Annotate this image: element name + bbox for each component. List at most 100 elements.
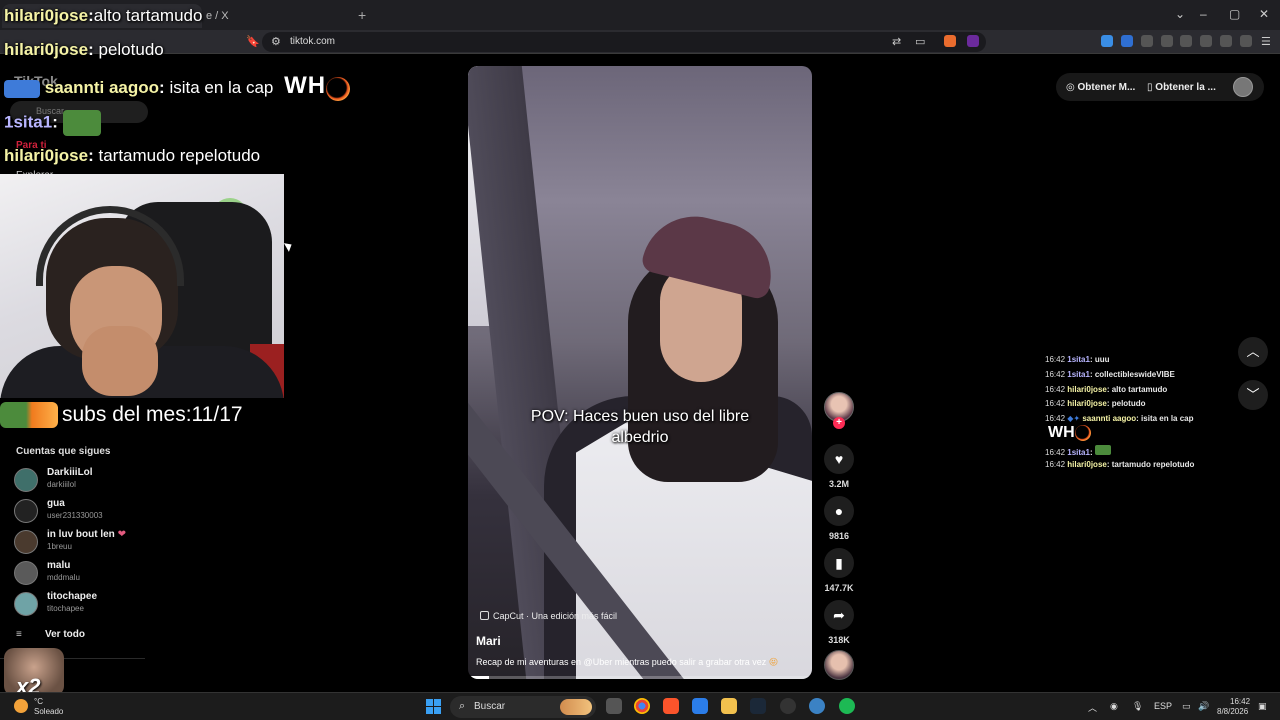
clock-date[interactable]: 8/8/2026 (1217, 707, 1248, 716)
media-icon[interactable] (1161, 35, 1173, 47)
save-button[interactable]: ▮ (824, 548, 854, 578)
overlay-chat-line: 1sita1: (4, 110, 101, 136)
emoji-icon: 😝 (768, 657, 779, 667)
network-icon[interactable]: ▭ (1182, 701, 1191, 712)
mouse-cursor-icon (283, 240, 295, 252)
clock-time[interactable]: 16:42 (1230, 697, 1250, 706)
following-item[interactable]: titochapee titochapee (14, 590, 214, 618)
browser-tab[interactable]: e / X (196, 4, 356, 28)
new-tab-icon[interactable]: + (358, 7, 366, 23)
url-field[interactable] (262, 32, 986, 52)
video-progress[interactable] (468, 676, 812, 679)
steam-icon[interactable] (750, 698, 766, 714)
subs-emote-icon (0, 402, 58, 428)
overlay-chat-line: hilari0jose: pelotudo (4, 40, 164, 59)
like-button[interactable]: ♥ (824, 444, 854, 474)
video-progress-fill (468, 676, 489, 679)
side-chat-line: 16:42 hilari0jose: pelotudo (1045, 399, 1146, 408)
discord-icon[interactable]: ◉ (1110, 701, 1118, 712)
side-chat-line: 16:42 1sita1: uuu (1045, 355, 1110, 364)
following-username: darkiiilol (47, 480, 76, 489)
side-chat-line: 16:42 1sita1: collectibleswideVIBE (1045, 370, 1175, 379)
following-item[interactable]: in luv bout len ❤ 1breuu (14, 528, 214, 556)
video-player[interactable]: POV: Haces buen uso del libre albedrio C… (468, 66, 812, 679)
comment-button[interactable]: ● (824, 496, 854, 526)
list-icon: ≡ (16, 629, 22, 640)
chevron-up-icon: ︿ (1246, 344, 1260, 359)
sidebar-icon[interactable] (1180, 35, 1192, 47)
maximize-icon[interactable]: ▢ (1229, 7, 1240, 21)
start-button[interactable] (426, 699, 441, 714)
task-view-icon[interactable] (606, 698, 622, 714)
side-chat-emote-line: WH (1048, 424, 1091, 442)
taskbar-search-label: Buscar (474, 701, 506, 712)
following-item[interactable]: malu mddmalu (14, 559, 214, 587)
cast-icon[interactable]: ▭ (915, 35, 925, 48)
extension-icon[interactable] (1101, 35, 1113, 47)
pepe-emote-icon (62, 110, 101, 136)
url-text[interactable]: tiktok.com (290, 36, 335, 47)
get-app-button[interactable]: ▯ Obtener la ... (1147, 82, 1216, 93)
following-username: mddmalu (47, 573, 80, 582)
video-author[interactable]: Mari (476, 634, 501, 648)
extensions-icon[interactable] (1141, 35, 1153, 47)
video-description: Recap de mi aventuras en @Uber mientras … (476, 657, 779, 667)
follow-plus-icon[interactable]: + (833, 417, 845, 429)
comment-count: 9816 (828, 531, 850, 541)
following-item[interactable]: DarkiiiLol darkiiilol (14, 466, 214, 494)
following-name: malu (47, 560, 71, 571)
volume-icon[interactable]: 🔊 (1198, 701, 1209, 712)
bookmark-icon[interactable]: 🔖 (246, 35, 260, 48)
brave-icon[interactable] (663, 698, 679, 714)
next-video-button[interactable]: ﹀ (1238, 380, 1268, 410)
side-chat-line: 16:42 ◆✦ saannti aagoo: isita en la cap (1045, 414, 1194, 423)
site-settings-icon[interactable]: ⚙ (271, 35, 281, 48)
store-icon[interactable] (692, 698, 708, 714)
vpn-icon[interactable] (1240, 35, 1252, 47)
extension-icon[interactable] (1121, 35, 1133, 47)
capcut-tag[interactable]: CapCut · Una edición más fácil (480, 611, 617, 621)
coin-icon: ◎ (1066, 82, 1075, 93)
chrome-icon[interactable] (634, 698, 650, 714)
overlay-chat-line: hilari0jose:alto tartamudo (4, 6, 203, 25)
following-item[interactable]: gua user231330003 (14, 497, 214, 525)
side-chat-line: 16:42 hilari0jose: alto tartamudo (1045, 385, 1168, 394)
following-name: in luv bout len ❤ (47, 529, 126, 540)
streamer-hand (82, 326, 158, 396)
folder-icon[interactable] (721, 698, 737, 714)
eclipse-emote-icon (326, 76, 351, 101)
avatar (14, 499, 38, 523)
close-icon[interactable]: ✕ (1259, 7, 1269, 21)
overlay-chat-line: saannti aagoo: isita en la cap WH (4, 72, 351, 101)
obs-icon[interactable] (780, 698, 796, 714)
microphone-icon[interactable]: 🎙 (1132, 701, 1143, 712)
brave-rewards-icon[interactable] (967, 35, 979, 47)
brave-shield-icon[interactable] (944, 35, 956, 47)
following-name: DarkiiiLol (47, 467, 93, 478)
share-button[interactable]: ➦ (824, 600, 854, 630)
music-disc[interactable] (824, 650, 854, 680)
phone-icon: ▯ (1147, 82, 1153, 93)
notification-icon[interactable]: ▣ (1258, 701, 1267, 712)
heart-emoji-icon: ❤ (117, 529, 126, 540)
following-header: Cuentas que sigues (16, 446, 111, 457)
leo-ai-icon[interactable] (1220, 35, 1232, 47)
tray-overflow-icon[interactable]: ︿ (1088, 701, 1097, 714)
weather-sun-icon[interactable] (14, 699, 28, 713)
minimize-icon[interactable]: – (1200, 7, 1207, 21)
webcam-feed (0, 174, 284, 398)
side-chat-line: 16:42 hilari0jose: tartamudo repelotudo (1045, 460, 1195, 469)
tab-list-icon[interactable]: ⌄ (1175, 7, 1185, 21)
wallet-icon[interactable] (1200, 35, 1212, 47)
weather-temp: °C (34, 697, 43, 706)
get-coins-button[interactable]: ◎ Obtener M... (1066, 82, 1135, 93)
address-bar: 🔖 ⚙ ⇄ ▭ ☰ (0, 30, 1280, 54)
menu-icon[interactable]: ☰ (1261, 35, 1271, 48)
translate-icon[interactable]: ⇄ (892, 35, 901, 48)
language-indicator[interactable]: ESP (1154, 701, 1172, 711)
spotify-icon[interactable] (839, 698, 855, 714)
see-all-label: Ver todo (45, 629, 86, 640)
app-icon[interactable] (809, 698, 825, 714)
profile-avatar[interactable] (1233, 77, 1253, 97)
previous-video-button[interactable]: ︿ (1238, 337, 1268, 367)
